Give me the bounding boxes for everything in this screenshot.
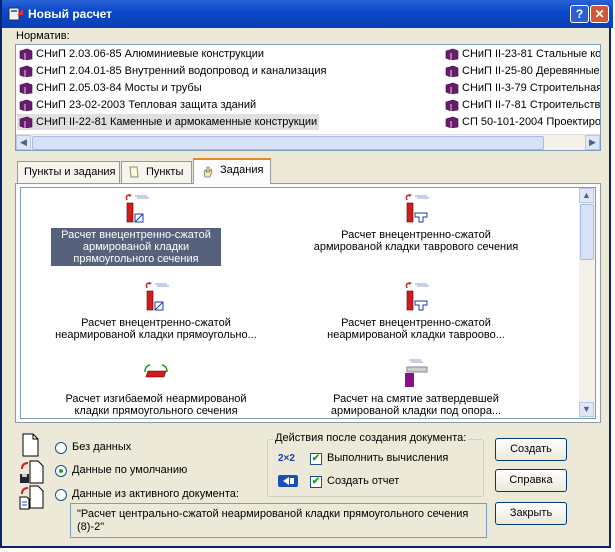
tab-items-and-tasks[interactable]: Пункты и задания [17,161,120,183]
calculate-icon: 2×2 [278,453,295,464]
normative-item-label: СП 50-101-2004 Проектиров [462,116,601,128]
normative-label: Норматив: [16,30,70,42]
normative-item[interactable]: СНиП II-23-81 Стальные кон [443,46,601,62]
scroll-right-arrow-icon[interactable]: ▶ [585,135,600,150]
title-bar[interactable]: Новый расчет ? ✕ [2,0,613,28]
eccentric-tee-plain-icon [405,282,429,311]
normative-item[interactable]: СНиП 2.03.06-85 Алюминиевые конструкции [17,46,266,62]
tab-items[interactable]: Пункты [121,161,192,183]
eccentric-rect-reinforced-icon [125,194,149,223]
task-label: Расчет внецентренно-сжатой неармированой… [55,317,257,341]
normative-item-label: СНиП 23-02-2003 Тепловая защита зданий [36,99,257,111]
task-vscrollbar[interactable]: ▲ ▼ [579,188,595,418]
normative-item[interactable]: СНиП 2.05.03-84 Мосты и трубы [17,80,204,96]
normative-item[interactable]: СНиП II-22-81 Каменные и армокаменные ко… [17,114,320,130]
book-icon [19,48,33,60]
radio-no-data[interactable] [55,442,67,454]
task-item[interactable]: Расчет внецентренно-сжатой армированой к… [51,194,221,266]
option-default-data-label: Данные по умолчанию [72,464,188,476]
bearing-icon [405,359,428,387]
normative-item-label: СНиП II-7-81 Строительство [462,99,601,111]
normative-item-label: СНиП II-23-81 Стальные кон [462,48,601,60]
close-button[interactable]: Закрыть [495,502,567,525]
book-icon [445,65,459,77]
report-icon [278,475,298,487]
task-label: Расчет изгибаемой неармированой кладки п… [65,393,247,417]
eccentric-rect-plain-icon [145,282,169,311]
default-data-document-icon [20,460,44,484]
calculator-app-icon [8,7,23,21]
task-item[interactable]: Расчет внецентренно-сжатой неармированой… [51,282,261,342]
paper-icon [129,166,139,178]
task-item[interactable]: Расчет изгибаемой неармированой кладки п… [51,358,261,418]
scroll-thumb[interactable] [32,136,544,150]
normative-item[interactable]: СНиП II-7-81 Строительство [443,97,601,113]
task-item[interactable]: Расчет внецентренно-сжатой армированой к… [311,194,521,254]
window-title: Новый расчет [28,7,113,21]
book-icon [445,116,459,128]
normative-item-label: СНиП II-3-79 Строительная [462,82,601,94]
task-label: Расчет внецентренно-сжатой неармированой… [327,317,505,341]
task-scroll-thumb[interactable] [580,204,594,260]
normative-item-label: СНиП 2.05.03-84 Мосты и трубы [36,82,202,94]
checkbox-create-report[interactable]: ✔ [310,476,322,488]
create-report-label: Создать отчет [327,475,400,487]
post-create-actions-group [267,439,484,497]
book-icon [445,99,459,111]
option-active-document-label: Данные из активного документа: [72,488,239,500]
task-list[interactable]: Расчет внецентренно-сжатой армированой к… [20,187,596,419]
radio-default-data[interactable] [55,465,67,477]
task-item[interactable]: Расчет на смятие затвердевшей армировано… [311,358,521,418]
calculate-label: Выполнить вычисления [327,452,449,464]
title-close-button[interactable]: ✕ [590,5,609,23]
normative-item[interactable]: СНиП II-3-79 Строительная [443,80,601,96]
normative-item-label: СНиП 2.04.01-85 Внутренний водопровод и … [36,65,327,77]
normative-item-label: СНиП II-25-80 Деревянные [462,65,600,77]
title-help-button[interactable]: ? [570,5,589,23]
blank-document-icon [22,433,39,457]
book-icon [445,82,459,94]
normative-item[interactable]: СНиП II-25-80 Деревянные [443,63,600,79]
hand-icon [203,166,213,178]
checkbox-calculate[interactable]: ✔ [310,453,322,465]
book-icon [445,48,459,60]
active-document-field: "Расчет центрально-сжатой неармированой … [70,503,487,538]
tab-tasks[interactable]: Задания [193,158,271,184]
create-button[interactable]: Создать [495,438,567,461]
scroll-left-arrow-icon[interactable]: ◀ [16,135,31,150]
task-item[interactable]: Расчет внецентренно-сжатой неармированой… [311,282,521,342]
eccentric-tee-reinforced-icon [405,194,429,223]
normative-item[interactable]: СНиП 2.04.01-85 Внутренний водопровод и … [17,63,328,79]
radio-active-document[interactable] [55,489,67,501]
normative-hscrollbar[interactable]: ◀ ▶ [16,134,600,150]
scroll-down-arrow-icon[interactable]: ▼ [579,402,594,417]
normative-list[interactable]: СНиП 2.03.06-85 Алюминиевые конструкции С… [15,44,601,151]
normative-item-label: СНиП II-22-81 Каменные и армокаменные ко… [36,116,318,128]
task-label: Расчет внецентренно-сжатой армированой к… [51,228,221,266]
scroll-up-arrow-icon[interactable]: ▲ [579,188,594,203]
task-label: Расчет на смятие затвердевшей армировано… [330,393,502,417]
book-icon [19,116,33,128]
task-label: Расчет внецентренно-сжатой армированой к… [313,229,519,253]
book-icon [19,99,33,111]
bending-icon [144,364,168,378]
post-create-actions-legend: Действия после создания документа: [273,432,469,444]
normative-item[interactable]: СП 50-101-2004 Проектиров [443,114,601,130]
new-calculation-window: Новый расчет ? ✕ Норматив: СНиП 2.03.06-… [0,0,613,548]
book-icon [19,65,33,77]
help-button[interactable]: Справка [495,469,567,492]
active-document-data-icon [19,485,44,510]
book-icon [19,82,33,94]
normative-item-label: СНиП 2.03.06-85 Алюминиевые конструкции [36,48,265,60]
normative-item[interactable]: СНиП 23-02-2003 Тепловая защита зданий [17,97,258,113]
option-no-data-label: Без данных [72,441,132,453]
